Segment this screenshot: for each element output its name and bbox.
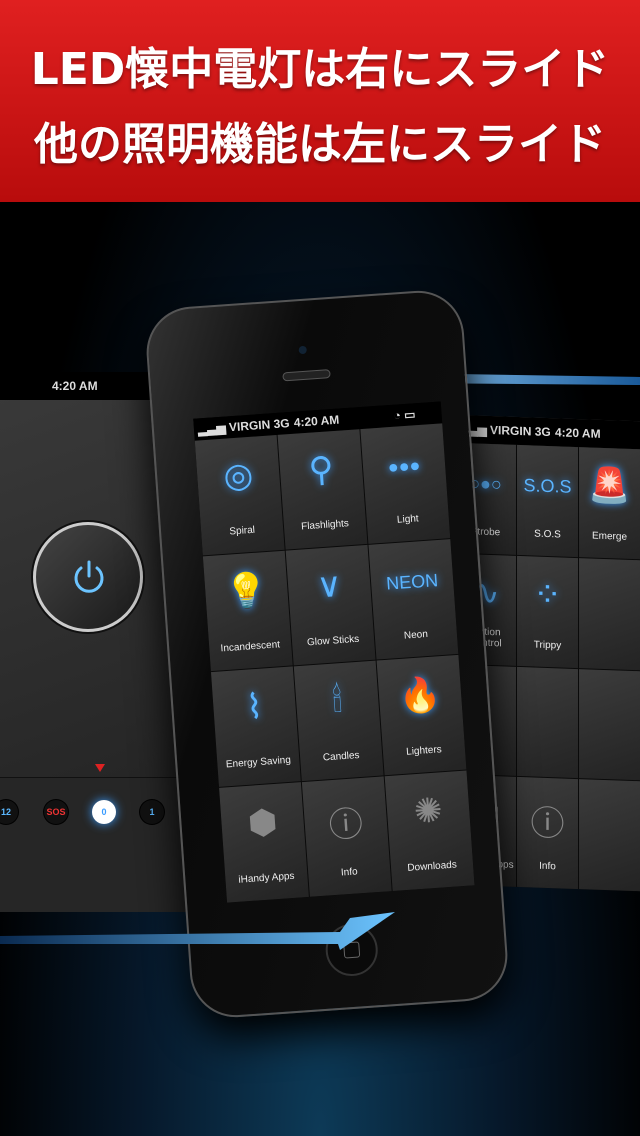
tile-candles[interactable]: 🕯 Candles: [293, 660, 384, 782]
strobe-level-12[interactable]: 12: [0, 800, 18, 824]
dots-circle-icon: ⁘: [533, 575, 562, 615]
info-icon: ⓘ: [327, 804, 365, 846]
tile-light[interactable]: ●●● Light: [360, 423, 451, 544]
bulb-icon: 💡: [223, 571, 269, 612]
camera-icon: [298, 345, 308, 355]
carrier: VIRGIN: [228, 417, 271, 435]
tile-glow-sticks[interactable]: ∨ Glow Sticks: [285, 544, 376, 666]
center-screen: ▂▃▅ VIRGIN 3G 4:20 AM ◔ ▭ ◎ Spiral ⚲ Flashl…: [193, 401, 475, 903]
tile-info[interactable]: ⓘ Info: [517, 777, 578, 890]
power-icon: [74, 560, 104, 593]
tile-emerge[interactable]: 🚨 Emerge: [579, 447, 640, 559]
tile-lighters[interactable]: 🔥 Lighters: [376, 654, 467, 776]
info-icon: ⓘ: [530, 804, 565, 844]
tile-label: Info: [340, 866, 359, 879]
carrier: VIRGIN: [490, 422, 532, 439]
cube-icon: ⬢: [246, 802, 279, 843]
tile-empty: [579, 668, 640, 781]
tile-label: Energy Saving: [225, 754, 292, 771]
tile-label: Trippy: [533, 639, 562, 651]
glow-stick-icon: ∨: [315, 565, 343, 606]
lighter-icon: 🔥: [397, 675, 443, 717]
tile-label: Incandescent: [220, 639, 281, 655]
feature-grid: ◎ Spiral ⚲ Flashlights ●●● Light 💡 Incandescent…: [194, 423, 475, 903]
tile-label: Lighters: [405, 744, 443, 758]
bottom-swipe-arrow-icon: [0, 912, 395, 950]
speaker-grille: [282, 369, 331, 382]
selector-pointer-icon: [95, 764, 105, 772]
tile-label: Glow Sticks: [306, 633, 360, 649]
tile-ihandy-apps[interactable]: ⬢ iHandy Apps: [219, 782, 309, 903]
tile-label: Emerge: [591, 530, 627, 543]
emergency-light-icon: 🚨: [588, 466, 631, 506]
tile-trippy[interactable]: ⁘ Trippy: [517, 555, 578, 668]
tile-s-o-s[interactable]: S.O.S S.O.S: [517, 444, 578, 557]
promo-banner: LED懐中電灯は右にスライド 他の照明機能は左にスライド: [0, 0, 640, 202]
tile-info[interactable]: ⓘ Info: [301, 776, 392, 897]
strobe-selector[interactable]: 12 SOS 0 1 2: [0, 764, 205, 912]
three-dots-icon: ●●●: [387, 455, 422, 478]
tile-flashlights[interactable]: ⚲ Flashlights: [277, 429, 368, 550]
tile-label: S.O.S: [534, 528, 561, 541]
flashlight-icon: ⚲: [307, 450, 335, 490]
banner-line-1: LED懐中電灯は右にスライド: [30, 44, 610, 95]
tile-spiral[interactable]: ◎ Spiral: [194, 434, 285, 556]
downloads-icon: ✺: [412, 791, 444, 832]
tile-energy-saving[interactable]: ⌇ Energy Saving: [210, 666, 301, 787]
tile-label: Info: [539, 860, 556, 873]
tile-neon[interactable]: NEON Neon: [368, 539, 459, 660]
battery-icon: ◔ ▭: [393, 407, 416, 423]
banner-line-2: 他の照明機能は左にスライド: [34, 119, 606, 170]
tile-downloads[interactable]: ✺ Downloads: [384, 770, 475, 891]
status-time: 4:20 AM: [293, 412, 340, 430]
status-time: 4:20 AM: [52, 379, 98, 393]
tile-empty: [517, 666, 578, 779]
tile-label: Light: [396, 513, 420, 526]
sos-icon: S.O.S: [523, 475, 572, 497]
tile-label: Downloads: [407, 859, 458, 874]
tile-label: Flashlights: [300, 518, 350, 533]
neon-icon: NEON: [385, 570, 439, 594]
strobe-level-1[interactable]: 1: [140, 800, 164, 824]
tile-label: Candles: [322, 749, 360, 764]
tile-label: Spiral: [229, 524, 256, 538]
tile-empty: [579, 557, 640, 670]
strobe-level-sos[interactable]: SOS: [44, 800, 68, 824]
tile-incandescent[interactable]: 💡 Incandescent: [202, 550, 293, 672]
candle-icon: 🕯: [331, 681, 344, 720]
strobe-level-0[interactable]: 0: [92, 800, 116, 824]
tile-label: iHandy Apps: [238, 870, 295, 886]
status-time: 4:20 AM: [555, 425, 601, 441]
tile-empty: [579, 779, 640, 892]
spiral-icon: ◎: [222, 455, 255, 496]
cfl-bulb-icon: ⌇: [244, 687, 265, 727]
network: 3G: [534, 424, 551, 440]
tile-label: Neon: [403, 628, 429, 642]
network: 3G: [273, 416, 291, 432]
power-button[interactable]: [33, 522, 143, 632]
